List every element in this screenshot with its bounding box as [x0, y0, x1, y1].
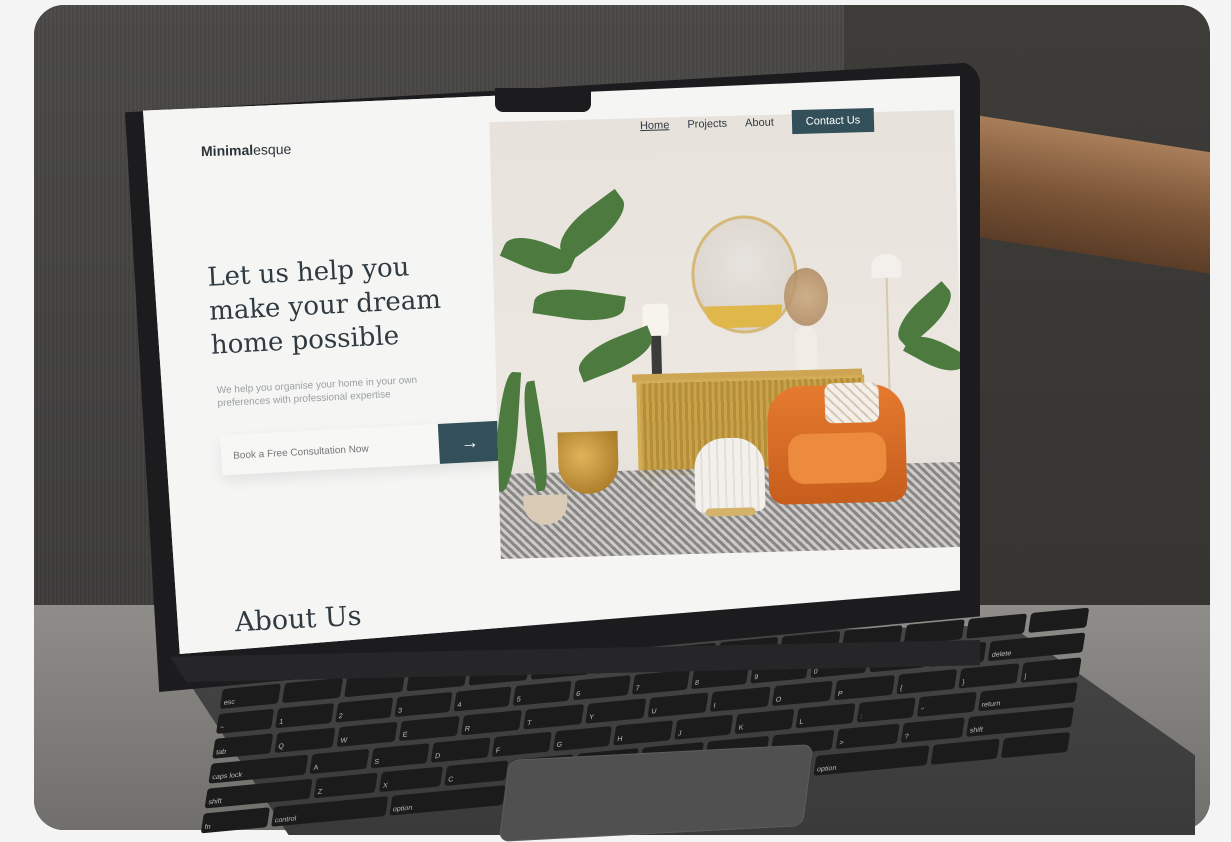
key[interactable]: W	[336, 721, 398, 748]
key[interactable]: return	[977, 682, 1078, 712]
key[interactable]: I	[709, 686, 771, 712]
camera-notch	[495, 88, 591, 112]
hero-left-panel: Minimalesque Let us help you make your d…	[143, 76, 523, 654]
plant-leaf	[550, 188, 634, 263]
key[interactable]: {	[896, 669, 958, 695]
hero-title: Let us help you make your dream home pos…	[206, 252, 442, 361]
throw-pillow	[824, 382, 880, 424]
submit-button[interactable]: →	[437, 420, 502, 464]
key[interactable]: >	[835, 723, 900, 750]
key[interactable]: Q	[274, 727, 336, 753]
arrow-right-icon: →	[460, 431, 480, 453]
key[interactable]: tab	[212, 733, 274, 759]
key[interactable]: 3	[394, 692, 453, 718]
key[interactable]: ?	[900, 717, 965, 744]
key[interactable]: |	[1020, 657, 1082, 683]
pampas-grass	[783, 267, 829, 327]
key[interactable]	[965, 613, 1028, 639]
consultation-input[interactable]	[220, 423, 452, 478]
key[interactable]: R	[460, 709, 523, 736]
key[interactable]: H	[613, 720, 673, 746]
key[interactable]: ~	[215, 708, 275, 734]
key[interactable]: X	[378, 766, 444, 793]
key[interactable]: }	[958, 663, 1020, 689]
table-lamp-base	[651, 335, 663, 376]
key[interactable]: caps lock	[208, 754, 309, 784]
laptop-screen: Minimalesque Let us help you make your d…	[143, 76, 960, 654]
site-nav: Home Projects About Contact Us	[640, 105, 875, 141]
key[interactable]: O	[771, 680, 833, 707]
trackpad[interactable]	[498, 744, 814, 842]
key[interactable]: K	[734, 708, 795, 735]
pouf-base	[705, 507, 756, 517]
key[interactable]: L	[795, 703, 856, 729]
white-vase	[794, 325, 819, 373]
key[interactable]: 5	[512, 680, 572, 706]
key[interactable]: D	[431, 737, 491, 763]
white-pouf	[693, 437, 766, 513]
key[interactable]: E	[398, 715, 460, 742]
key[interactable]: T	[523, 704, 585, 730]
key[interactable]	[281, 677, 344, 704]
key[interactable]: 2	[334, 697, 394, 723]
key[interactable]: J	[674, 714, 734, 740]
key[interactable]: P	[833, 674, 896, 701]
key[interactable]: "	[916, 691, 977, 717]
key[interactable]: F	[491, 731, 552, 757]
key[interactable]: esc	[219, 683, 281, 709]
key[interactable]: :	[856, 697, 916, 723]
key[interactable]: 6	[572, 675, 631, 701]
key[interactable]: Z	[313, 772, 378, 799]
key[interactable]: 7	[631, 669, 690, 695]
contact-button[interactable]: Contact Us	[791, 107, 875, 135]
nav-projects[interactable]: Projects	[687, 118, 727, 131]
key[interactable]: C	[444, 760, 509, 786]
floor-lamp	[870, 253, 902, 279]
plant-leaf	[532, 283, 626, 327]
key[interactable]: S	[370, 743, 431, 769]
armchair-cushion	[787, 431, 887, 485]
consultation-form: →	[220, 420, 502, 478]
about-heading: About Us	[234, 600, 363, 639]
key[interactable]: 1	[275, 703, 334, 729]
site-logo[interactable]: Minimalesque	[201, 141, 292, 159]
key[interactable]: U	[647, 692, 709, 718]
hero-subtitle: We help you organise your home in your o…	[216, 374, 418, 410]
key[interactable]: delete	[987, 632, 1086, 662]
key[interactable]: 4	[453, 686, 512, 712]
key[interactable]: A	[309, 748, 370, 775]
nav-about[interactable]: About	[745, 117, 774, 130]
nav-home[interactable]: Home	[640, 119, 670, 132]
key[interactable]: Y	[585, 698, 647, 724]
key[interactable]: G	[552, 726, 613, 752]
hero-image	[489, 109, 960, 560]
